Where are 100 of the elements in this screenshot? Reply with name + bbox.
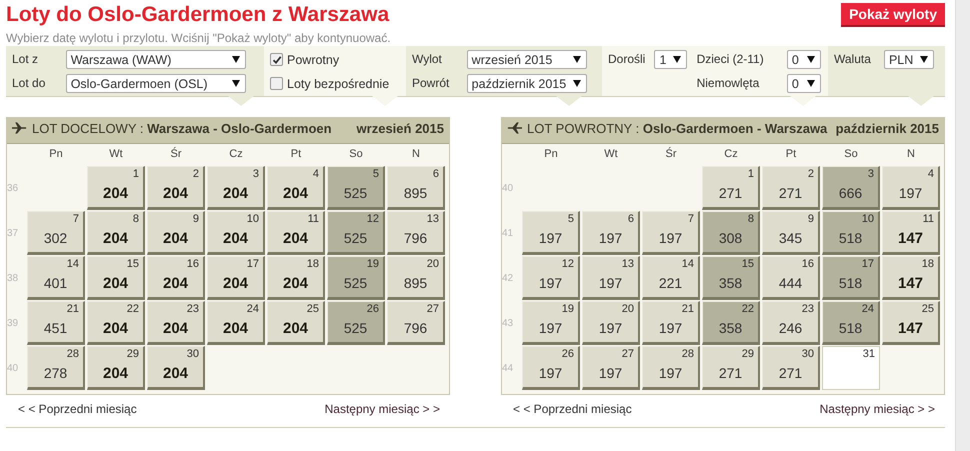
day-cell[interactable]: 21 451 xyxy=(27,301,85,345)
day-cell[interactable]: 22 358 xyxy=(702,301,760,345)
day-cell[interactable]: 25 147 xyxy=(882,301,940,345)
day-cell[interactable]: 27 197 xyxy=(582,346,640,390)
day-cell[interactable]: 29 271 xyxy=(702,346,760,390)
day-cell[interactable]: 18 147 xyxy=(882,256,940,300)
day-cell[interactable]: 22 204 xyxy=(87,301,145,345)
day-cell[interactable]: 30 204 xyxy=(147,346,205,390)
dropdown[interactable]: 0 xyxy=(786,50,821,69)
day-cell[interactable]: 3 666 xyxy=(822,166,880,210)
day-cell[interactable]: 3 204 xyxy=(207,166,265,210)
day-number: 15 xyxy=(742,258,754,270)
day-cell[interactable]: 14 401 xyxy=(27,256,85,300)
day-cell[interactable]: 15 204 xyxy=(87,256,145,300)
day-cell[interactable]: 16 444 xyxy=(762,256,820,300)
day-cell[interactable]: 4 204 xyxy=(267,166,325,210)
day-cell[interactable]: 20 197 xyxy=(582,301,640,345)
day-cell[interactable]: 9 204 xyxy=(147,211,205,255)
day-cell[interactable]: 11 204 xyxy=(267,211,325,255)
dropdown[interactable]: 0 xyxy=(786,74,821,93)
day-number: 5 xyxy=(568,213,574,225)
day-cell[interactable]: 30 271 xyxy=(762,346,820,390)
day-cell[interactable]: 15 358 xyxy=(702,256,760,300)
day-cell[interactable]: 14 221 xyxy=(642,256,700,300)
day-cell[interactable]: 17 518 xyxy=(822,256,880,300)
dropdown[interactable]: PLN xyxy=(884,50,934,69)
day-cell[interactable]: 24 518 xyxy=(822,301,880,345)
day-number: 11 xyxy=(922,213,934,225)
day-number: 16 xyxy=(186,258,199,270)
day-cell[interactable]: 26 197 xyxy=(522,346,580,390)
day-cell[interactable]: 24 204 xyxy=(207,301,265,345)
day-cell[interactable]: 1 204 xyxy=(87,166,145,210)
month-title: październik 2015 xyxy=(836,121,939,137)
day-cell[interactable]: 23 204 xyxy=(147,301,205,345)
week-number: 41 xyxy=(502,226,514,240)
price: 204 xyxy=(222,275,250,292)
day-cell[interactable]: 21 197 xyxy=(642,301,700,345)
dropdown[interactable]: październik 2015 xyxy=(466,74,587,93)
day-cell[interactable]: 16 204 xyxy=(147,256,205,300)
day-cell[interactable]: 26 525 xyxy=(327,301,385,345)
day-number: 17 xyxy=(246,258,259,270)
day-cell[interactable]: 20 895 xyxy=(387,256,445,300)
day-cell[interactable]: 17 204 xyxy=(207,256,265,300)
day-cell[interactable]: 19 525 xyxy=(327,256,385,300)
weekday-label: Śr xyxy=(170,146,182,162)
day-cell[interactable]: 29 204 xyxy=(87,346,145,390)
day-cell[interactable]: 10 518 xyxy=(822,211,880,255)
day-cell[interactable]: 28 197 xyxy=(642,346,700,390)
day-cell[interactable]: 1 271 xyxy=(702,166,760,210)
day-cell[interactable]: 23 246 xyxy=(762,301,820,345)
day-number: 4 xyxy=(928,168,934,180)
previous-month-link[interactable]: < < Poprzedni miesiąc xyxy=(18,402,137,416)
next-month-link[interactable]: Następny miesiąc > > xyxy=(820,402,935,416)
price: 525 xyxy=(342,275,368,291)
route-title: Warszawa - Oslo-Gardermoen xyxy=(147,121,332,136)
day-number: 29 xyxy=(742,348,754,360)
day-cell[interactable]: 6 895 xyxy=(387,166,445,210)
day-number: 13 xyxy=(426,213,439,225)
show-flights-button[interactable]: Pokaż wyloty xyxy=(841,3,945,27)
dropdown[interactable]: Oslo-Gardermoen (OSL) xyxy=(66,74,246,93)
weekday-label: Śr xyxy=(664,146,678,162)
day-cell[interactable]: 27 796 xyxy=(387,301,445,345)
dropdown[interactable]: wrzesień 2015 xyxy=(466,50,587,69)
scrollbar[interactable] xyxy=(955,0,970,451)
dropdown[interactable]: 1 xyxy=(654,50,688,69)
day-cell[interactable]: 19 197 xyxy=(522,301,580,345)
day-cell[interactable]: 7 197 xyxy=(642,211,700,255)
day-number: 21 xyxy=(682,303,694,315)
day-number: 20 xyxy=(622,303,634,315)
day-cell[interactable]: 6 197 xyxy=(582,211,640,255)
day-cell[interactable]: 9 345 xyxy=(762,211,820,255)
day-cell[interactable]: 18 204 xyxy=(267,256,325,300)
dropdown[interactable]: Warszawa (WAW) xyxy=(66,50,246,69)
checkbox[interactable] xyxy=(270,53,283,66)
price: 197 xyxy=(658,365,684,381)
day-cell[interactable]: 2 204 xyxy=(147,166,205,210)
day-cell[interactable]: 12 525 xyxy=(327,211,385,255)
checkbox[interactable] xyxy=(270,77,283,90)
day-cell[interactable]: 13 197 xyxy=(582,256,640,300)
day-cell[interactable]: 13 796 xyxy=(387,211,445,255)
day-number: 1 xyxy=(132,168,139,180)
price: 204 xyxy=(282,185,310,202)
weekday-label: Cz xyxy=(228,147,244,162)
day-cell[interactable]: 5 197 xyxy=(522,211,580,255)
day-cell[interactable]: 12 197 xyxy=(522,256,580,300)
day-cell[interactable]: 8 308 xyxy=(702,211,760,255)
day-cell[interactable]: 10 204 xyxy=(207,211,265,255)
day-cell[interactable]: 2 271 xyxy=(762,166,820,210)
next-month-link[interactable]: Następny miesiąc > > xyxy=(324,402,440,416)
day-cell[interactable]: 25 204 xyxy=(267,301,325,345)
week-number: 40 xyxy=(502,182,514,196)
price: 278 xyxy=(42,365,68,381)
previous-month-link[interactable]: < < Poprzedni miesiąc xyxy=(513,402,632,416)
day-cell[interactable]: 28 278 xyxy=(27,346,85,390)
day-cell[interactable]: 4 197 xyxy=(882,166,940,210)
price: 204 xyxy=(102,320,130,337)
day-cell[interactable]: 5 525 xyxy=(327,166,385,210)
day-cell[interactable]: 7 302 xyxy=(27,211,85,255)
day-cell[interactable]: 8 204 xyxy=(87,211,145,255)
day-cell[interactable]: 11 147 xyxy=(882,211,940,255)
